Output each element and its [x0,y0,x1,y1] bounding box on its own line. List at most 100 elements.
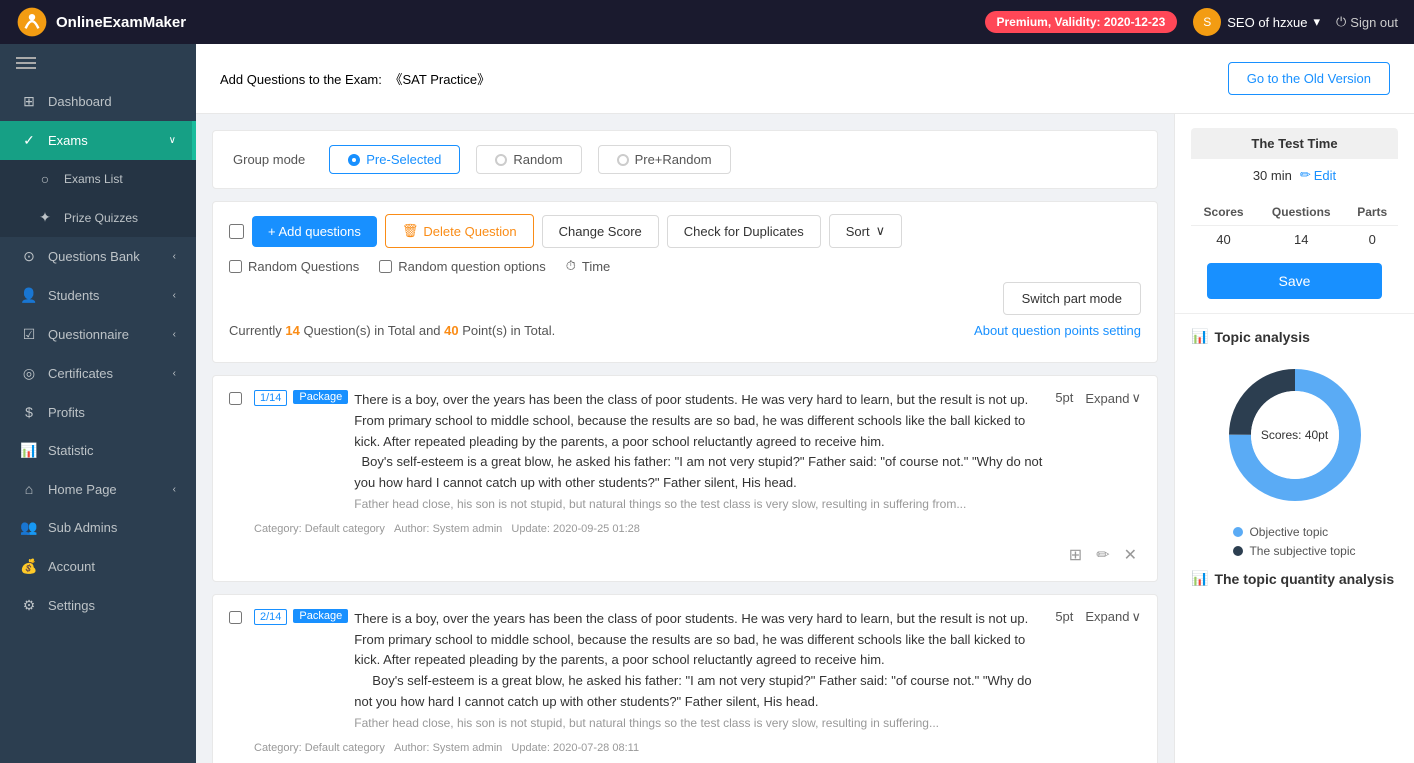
sidebar-toggle[interactable] [0,44,196,82]
edit-time-link[interactable]: ✏ Edit [1300,167,1336,183]
question-select-checkbox[interactable] [229,392,242,405]
questionnaire-icon: ☑ [20,326,38,343]
random-questions-label[interactable]: Random Questions [229,259,359,274]
sidebar-item-prize-quizzes[interactable]: ✦ Prize Quizzes [0,198,196,237]
radio-empty-icon [617,154,629,166]
chevron-right-icon: ‹ [173,290,176,301]
sidebar-item-students[interactable]: 👤 Students ‹ [0,276,196,315]
topbar: OnlineExamMaker Premium, Validity: 2020-… [0,0,1414,44]
random-questions-checkbox[interactable] [229,260,242,273]
test-time-section: The Test Time 30 min ✏ Edit Scores Quest… [1175,114,1414,314]
topbar-right: Premium, Validity: 2020-12-23 S SEO of h… [985,8,1399,36]
sidebar-item-exams-list[interactable]: ○ Exams List [0,160,196,198]
question-select-checkbox[interactable] [229,611,242,624]
sidebar-item-dashboard[interactable]: ⊞ Dashboard [0,82,196,121]
sidebar-item-profits[interactable]: $ Profits [0,393,196,431]
q-header: 1/14 Package There is a boy, over the ye… [254,390,1141,515]
check-duplicates-button[interactable]: Check for Duplicates [667,215,821,248]
topic-analysis-section: 📊 Topic analysis [1175,314,1414,558]
delete-question-action-button[interactable]: ✕ [1120,543,1141,567]
q-meta: Category: Default category Author: Syste… [254,742,1141,754]
select-all-checkbox[interactable] [229,224,244,239]
about-points-link[interactable]: About question points setting [974,323,1141,338]
questions-value: 14 [1256,226,1346,254]
sidebar-item-label: Statistic [48,443,94,458]
radio-empty-icon [495,154,507,166]
main-panel: Group mode Pre-Selected Random Pre+Rando… [196,114,1174,763]
scores-col-header: Scores [1191,199,1256,226]
mode-random[interactable]: Random [476,145,581,174]
time-field[interactable]: ⏱ Time [566,258,611,274]
check-icon: ✓ [20,132,38,149]
settings-icon: ⚙ [20,597,38,614]
sidebar-item-questionnaire[interactable]: ☑ Questionnaire ‹ [0,315,196,354]
q-points: 5pt [1055,609,1073,624]
sidebar-item-label: Settings [48,598,95,613]
toolbar-area: + Add questions 🗑 Delete Question Change… [212,201,1158,363]
q-points: 5pt [1055,390,1073,405]
sort-button[interactable]: Sort ∨ [829,214,902,248]
sidebar-item-account[interactable]: 💰 Account [0,547,196,586]
parts-col-header: Parts [1346,199,1398,226]
add-questions-button[interactable]: + Add questions [252,216,377,247]
random-options-label[interactable]: Random question options [379,259,545,274]
sidebar-item-questions-bank[interactable]: ⊙ Questions Bank ‹ [0,237,196,276]
pencil-icon: ✏ [1300,167,1311,183]
q-checkbox[interactable] [229,609,242,763]
question-card: 1/14 Package There is a boy, over the ye… [212,375,1158,582]
sidebar-item-homepage[interactable]: ⌂ Home Page ‹ [0,470,196,508]
chevron-right-icon: ‹ [173,484,176,495]
switch-part-button[interactable]: Switch part mode [1003,282,1141,315]
q-index-badge: 2/14 [254,609,287,625]
trash-icon: 🗑 [402,223,419,239]
edit-question-button[interactable]: ✏ [1092,543,1113,567]
old-version-button[interactable]: Go to the Old Version [1228,62,1390,95]
sidebar-item-label: Certificates [48,366,113,381]
avatar: S [1193,8,1221,36]
sidebar-item-exams[interactable]: ✓ Exams ∨ [0,121,196,160]
table-row: 40 14 0 [1191,226,1398,254]
change-score-button[interactable]: Change Score [542,215,659,248]
sidebar-item-sub-admins[interactable]: 👥 Sub Admins [0,508,196,547]
sidebar-item-statistic[interactable]: 📊 Statistic [0,431,196,470]
q-header: 2/14 Package There is a boy, over the ye… [254,609,1141,734]
q-meta: Category: Default category Author: Syste… [254,523,1141,535]
sidebar-item-label: Sub Admins [48,520,117,535]
premium-badge: Premium, Validity: 2020-12-23 [985,11,1178,33]
expand-button[interactable]: Expand ∨ [1085,609,1141,625]
sidebar-item-label: Home Page [48,482,117,497]
mode-label: Pre+Random [635,152,712,167]
mode-pre-random[interactable]: Pre+Random [598,145,731,174]
topic-quantity-title: 📊 The topic quantity analysis [1191,570,1398,587]
random-options-checkbox[interactable] [379,260,392,273]
delete-question-button[interactable]: 🗑 Delete Question [385,214,534,248]
donut-chart: Scores: 40pt [1215,355,1375,515]
bank-icon: ⊙ [20,248,38,265]
sidebar-item-certificates[interactable]: ◎ Certificates ‹ [0,354,196,393]
chevron-down-icon: ∨ [169,135,176,146]
save-button[interactable]: Save [1207,263,1382,299]
q-body: 2/14 Package There is a boy, over the ye… [254,609,1141,763]
circle-icon: ○ [36,171,54,187]
sign-out-button[interactable]: ⏻ Sign out [1336,14,1398,30]
sidebar-item-settings[interactable]: ⚙ Settings [0,586,196,625]
q-right: 5pt Expand ∨ [1055,609,1141,625]
q-actions: ⊞ ✏ ✕ [254,543,1141,567]
toolbar-row1: + Add questions 🗑 Delete Question Change… [229,214,1141,248]
chevron-right-icon: ‹ [173,329,176,340]
content-area: Add Questions to the Exam: 《SAT Practice… [196,44,1414,763]
q-checkbox[interactable] [229,390,242,567]
mode-pre-selected[interactable]: Pre-Selected [329,145,460,174]
user-info[interactable]: S SEO of hzxue ▾ [1193,8,1320,36]
sidebar: ⊞ Dashboard ✓ Exams ∨ ○ Exams List ✦ Pri… [0,44,196,763]
sidebar-item-label: Exams [48,133,88,148]
stats-row: Currently 14 Question(s) in Total and 40… [229,315,1141,350]
test-time-header: The Test Time [1191,128,1398,159]
admins-icon: 👥 [20,519,38,536]
expand-button[interactable]: Expand ∨ [1085,390,1141,406]
logo-icon [16,6,48,38]
add-question-action-button[interactable]: ⊞ [1065,543,1086,567]
logo: OnlineExamMaker [16,6,186,38]
students-icon: 👤 [20,287,38,304]
body-content: Group mode Pre-Selected Random Pre+Rando… [196,114,1414,763]
